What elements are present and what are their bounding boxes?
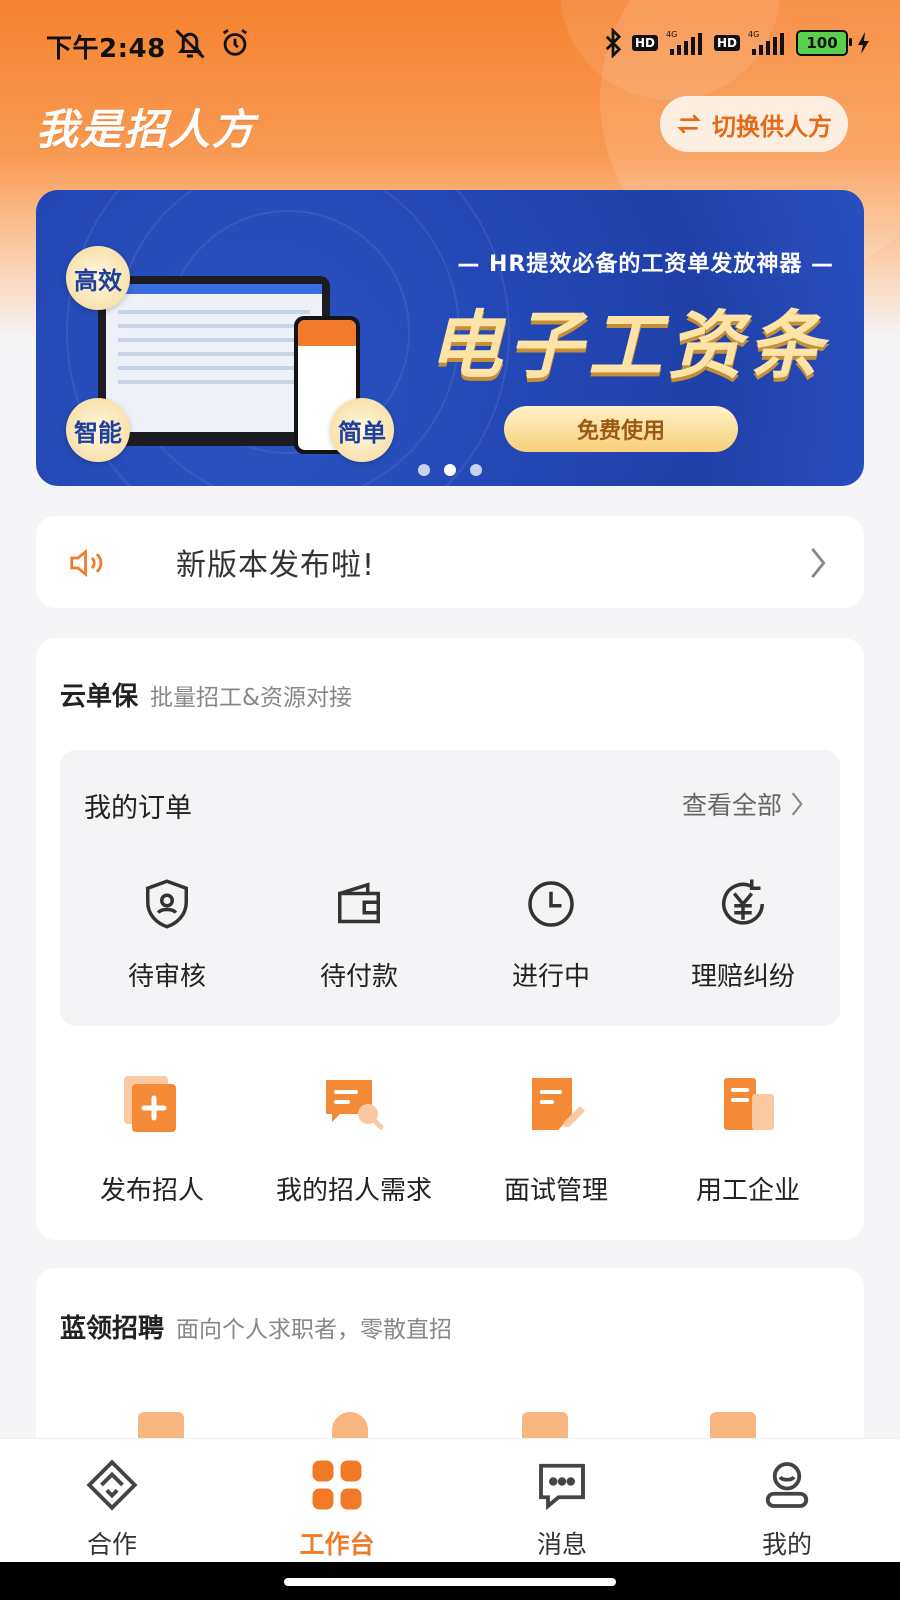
wallet-icon	[338, 882, 380, 924]
order-status-pending-review[interactable]: 待审核	[82, 876, 252, 993]
status-bar: 下午2:48 HD 4G HD 4G 100	[0, 20, 900, 70]
partially-hidden-icon	[138, 1412, 184, 1438]
signal-icon: 4G	[748, 30, 784, 55]
carousel-indicator	[36, 464, 864, 476]
badge-efficient: 高效	[66, 246, 130, 310]
hd-badge-icon: HD	[631, 35, 658, 51]
card-title: 蓝领招聘	[60, 1314, 165, 1344]
battery-indicator: 100	[796, 30, 852, 56]
order-status-label: 待审核	[127, 962, 206, 992]
status-left-icons	[172, 26, 252, 62]
shield-user-icon	[146, 879, 188, 929]
yuan-refresh-icon	[722, 879, 764, 925]
building-icon	[724, 1078, 774, 1130]
note-edit-icon	[532, 1078, 585, 1130]
order-status-label: 理赔纠纷	[690, 962, 795, 992]
network-label: 4G	[666, 30, 677, 39]
order-status-pending-payment[interactable]: 待付款	[274, 876, 444, 993]
orders-title: 我的订单	[84, 793, 192, 824]
nav-tab-workbench[interactable]: 工作台	[257, 1457, 417, 1561]
charging-icon	[858, 32, 869, 54]
card-title: 云单保	[60, 682, 139, 712]
announcement-bar[interactable]: 新版本发布啦!	[36, 516, 864, 608]
banner-subtitle: — HR提效必备的工资单发放神器 —	[457, 252, 834, 277]
card-subtitle: 批量招工&资源对接	[150, 685, 352, 711]
handshake-icon	[86, 1459, 138, 1511]
bottom-navigation: 合作 工作台 消息 我的	[0, 1438, 900, 1563]
publish-plus-icon	[124, 1076, 176, 1132]
bluetooth-icon	[605, 28, 622, 58]
order-status-label: 进行中	[511, 962, 590, 992]
cloud-service-card: 云单保 批量招工&资源对接 我的订单 查看全部 待审核 待付款 进行中 理赔纠纷 …	[36, 638, 864, 1240]
feature-label: 面试管理	[503, 1176, 608, 1206]
card-heading: 云单保 批量招工&资源对接	[60, 676, 352, 713]
signal-icon: 4G	[666, 30, 702, 55]
page-title: 我是招人方	[36, 105, 257, 154]
view-all-label: 查看全部	[681, 791, 782, 820]
nav-tab-cooperation[interactable]: 合作	[32, 1457, 192, 1561]
status-right-icons: HD 4G HD 4G 100	[602, 28, 872, 58]
feature-interview-management[interactable]: 面试管理	[456, 1072, 656, 1207]
chevron-right-icon	[811, 547, 826, 579]
badge-smart: 智能	[66, 398, 130, 462]
home-indicator[interactable]	[284, 1578, 616, 1586]
partially-hidden-icon	[710, 1412, 756, 1438]
alarm-icon	[222, 29, 248, 56]
partially-hidden-icon	[522, 1412, 568, 1438]
nav-tab-profile[interactable]: 我的	[707, 1457, 867, 1561]
announcement-text: 新版本发布啦!	[176, 548, 376, 583]
order-status-label: 待付款	[319, 962, 398, 992]
feature-label: 我的招人需求	[275, 1176, 432, 1206]
carousel-dot[interactable]	[418, 464, 430, 476]
speaker-icon	[70, 548, 103, 578]
switch-role-label: 切换供人方	[712, 112, 832, 141]
feature-publish-recruit[interactable]: 发布招人	[52, 1072, 252, 1207]
nav-label: 消息	[536, 1530, 587, 1559]
view-all-link[interactable]: 查看全部	[682, 786, 804, 822]
nav-label: 工作台	[299, 1530, 375, 1559]
chat-search-icon	[326, 1080, 384, 1130]
nav-label: 我的	[761, 1530, 812, 1559]
hd-badge-icon: HD	[713, 35, 740, 51]
badge-simple: 简单	[330, 398, 394, 462]
feature-label: 发布招人	[99, 1176, 204, 1206]
card-subtitle: 面向个人求职者，零散直招	[176, 1317, 453, 1343]
mute-bell-icon	[175, 29, 205, 59]
switch-role-button[interactable]: 切换供人方	[660, 96, 848, 152]
banner-headline: 电子工资条	[428, 303, 828, 389]
feature-employer-companies[interactable]: 用工企业	[648, 1072, 848, 1207]
order-status-in-progress[interactable]: 进行中	[466, 876, 636, 993]
feature-label: 用工企业	[695, 1176, 800, 1206]
system-navigation-bar	[0, 1562, 900, 1600]
promo-banner[interactable]: 高效 智能 简单 — HR提效必备的工资单发放神器 — 电子工资条 免费使用	[36, 190, 864, 486]
network-label: 4G	[748, 30, 759, 39]
order-status-claims[interactable]: 理赔纠纷	[658, 876, 828, 993]
status-time: 下午2:48	[46, 34, 166, 64]
banner-cta-button[interactable]: 免费使用	[504, 406, 738, 452]
message-icon	[539, 1463, 585, 1511]
nav-tab-messages[interactable]: 消息	[482, 1457, 642, 1561]
carousel-dot-active[interactable]	[444, 464, 456, 476]
chevron-right-icon	[791, 792, 803, 816]
grid-icon	[312, 1460, 362, 1510]
swap-arrows-icon	[677, 114, 701, 134]
feature-my-requests[interactable]: 我的招人需求	[254, 1072, 454, 1207]
profile-icon	[765, 1462, 809, 1508]
nav-label: 合作	[86, 1530, 137, 1559]
card-heading: 蓝领招聘 面向个人求职者，零散直招	[60, 1308, 452, 1345]
carousel-dot[interactable]	[470, 464, 482, 476]
clock-icon	[528, 881, 574, 927]
my-orders-panel: 我的订单 查看全部 待审核 待付款 进行中 理赔纠纷	[60, 750, 840, 1026]
